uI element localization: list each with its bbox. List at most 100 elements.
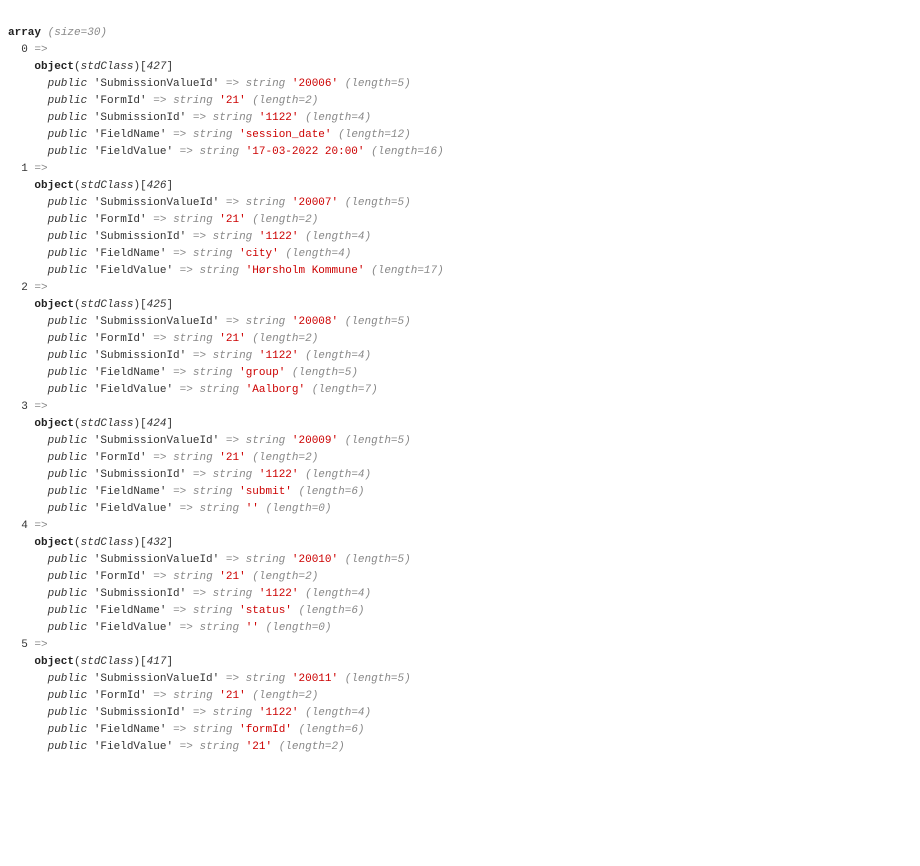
- dump-line: public 'SubmissionId' => string '1122' (…: [8, 705, 912, 722]
- dump-line: public 'SubmissionId' => string '1122' (…: [8, 229, 912, 246]
- prop-value: '': [246, 622, 259, 634]
- kw-public: public: [48, 469, 88, 481]
- dump-line: public 'FieldName' => string 'formId' (l…: [8, 722, 912, 739]
- prop-name: 'FieldValue': [94, 146, 173, 158]
- dump-line: public 'FormId' => string '21' (length=2…: [8, 688, 912, 705]
- prop-value: '20009': [292, 435, 338, 447]
- array-index: 0: [21, 44, 28, 56]
- arrow: =>: [193, 469, 206, 481]
- prop-name: 'FieldValue': [94, 741, 173, 753]
- array-size: (size=30): [48, 27, 107, 39]
- dump-line: public 'SubmissionValueId' => string '20…: [8, 433, 912, 450]
- type-string: string: [199, 265, 239, 277]
- dump-line: object(stdClass)[426]: [8, 178, 912, 195]
- kw-public: public: [48, 350, 88, 362]
- array-index: 4: [21, 520, 28, 532]
- dump-line: public 'FieldName' => string 'session_da…: [8, 127, 912, 144]
- dump-line: public 'FieldValue' => string 'Aalborg' …: [8, 382, 912, 399]
- type-string: string: [199, 503, 239, 515]
- dump-line: public 'FieldName' => string 'status' (l…: [8, 603, 912, 620]
- prop-name: 'SubmissionValueId': [94, 316, 219, 328]
- kw-object: object: [34, 180, 74, 192]
- class-name: stdClass: [81, 656, 134, 668]
- arrow: =>: [193, 350, 206, 362]
- dump-line: object(stdClass)[417]: [8, 654, 912, 671]
- arrow: =>: [226, 78, 239, 90]
- dump-line: public 'SubmissionId' => string '1122' (…: [8, 348, 912, 365]
- type-string: string: [193, 724, 233, 736]
- type-string: string: [246, 673, 286, 685]
- arrow: =>: [34, 520, 47, 532]
- prop-value: '21': [219, 690, 245, 702]
- class-name: stdClass: [81, 180, 134, 192]
- dump-line: 0 =>: [8, 42, 912, 59]
- length: (length=4): [305, 588, 371, 600]
- dump-line: public 'FieldName' => string 'submit' (l…: [8, 484, 912, 501]
- kw-public: public: [48, 112, 88, 124]
- prop-name: 'FieldName': [94, 367, 167, 379]
- kw-public: public: [48, 724, 88, 736]
- dump-line: public 'FieldName' => string 'group' (le…: [8, 365, 912, 382]
- prop-value: '21': [219, 214, 245, 226]
- prop-value: '1122': [259, 707, 299, 719]
- prop-name: 'FieldValue': [94, 265, 173, 277]
- type-string: string: [173, 333, 213, 345]
- kw-public: public: [48, 571, 88, 583]
- arrow: =>: [193, 707, 206, 719]
- arrow: =>: [180, 265, 193, 277]
- array-index: 1: [21, 163, 28, 175]
- prop-name: 'FieldName': [94, 248, 167, 260]
- arrow: =>: [180, 622, 193, 634]
- prop-value: '17-03-2022 20:00': [246, 146, 365, 158]
- prop-value: 'formId': [239, 724, 292, 736]
- kw-public: public: [48, 673, 88, 685]
- dump-line: public 'FieldValue' => string '21' (leng…: [8, 739, 912, 756]
- arrow: =>: [173, 724, 186, 736]
- kw-object: object: [34, 656, 74, 668]
- dump-line: public 'SubmissionId' => string '1122' (…: [8, 586, 912, 603]
- prop-value: '20006': [292, 78, 338, 90]
- length: (length=4): [305, 707, 371, 719]
- length: (length=12): [338, 129, 411, 141]
- prop-value: 'submit': [239, 486, 292, 498]
- type-string: string: [213, 707, 253, 719]
- length: (length=5): [345, 673, 411, 685]
- arrow: =>: [193, 112, 206, 124]
- dump-line: 4 =>: [8, 518, 912, 535]
- kw-public: public: [48, 78, 88, 90]
- array-index: 2: [21, 282, 28, 294]
- kw-public: public: [48, 486, 88, 498]
- dump-line: public 'SubmissionValueId' => string '20…: [8, 76, 912, 93]
- kw-public: public: [48, 248, 88, 260]
- dump-line: public 'SubmissionValueId' => string '20…: [8, 195, 912, 212]
- kw-public: public: [48, 265, 88, 277]
- arrow: =>: [173, 486, 186, 498]
- class-name: stdClass: [81, 61, 134, 73]
- dump-line: public 'SubmissionId' => string '1122' (…: [8, 467, 912, 484]
- kw-public: public: [48, 367, 88, 379]
- prop-name: 'SubmissionId': [94, 707, 186, 719]
- type-string: string: [173, 690, 213, 702]
- prop-value: '1122': [259, 469, 299, 481]
- kw-public: public: [48, 146, 88, 158]
- class-name: stdClass: [81, 299, 134, 311]
- kw-public: public: [48, 690, 88, 702]
- length: (length=4): [285, 248, 351, 260]
- kw-object: object: [34, 299, 74, 311]
- kw-object: object: [34, 418, 74, 430]
- dump-line: object(stdClass)[425]: [8, 297, 912, 314]
- object-id: 424: [147, 418, 167, 430]
- kw-public: public: [48, 129, 88, 141]
- arrow: =>: [34, 401, 47, 413]
- length: (length=5): [292, 367, 358, 379]
- prop-value: 'status': [239, 605, 292, 617]
- dump-line: public 'SubmissionValueId' => string '20…: [8, 552, 912, 569]
- dump-line: public 'SubmissionValueId' => string '20…: [8, 671, 912, 688]
- prop-name: 'FormId': [94, 95, 147, 107]
- arrow: =>: [153, 452, 166, 464]
- length: (length=5): [345, 554, 411, 566]
- kw-public: public: [48, 622, 88, 634]
- dump-line: public 'FormId' => string '21' (length=2…: [8, 93, 912, 110]
- type-string: string: [173, 571, 213, 583]
- length: (length=17): [371, 265, 444, 277]
